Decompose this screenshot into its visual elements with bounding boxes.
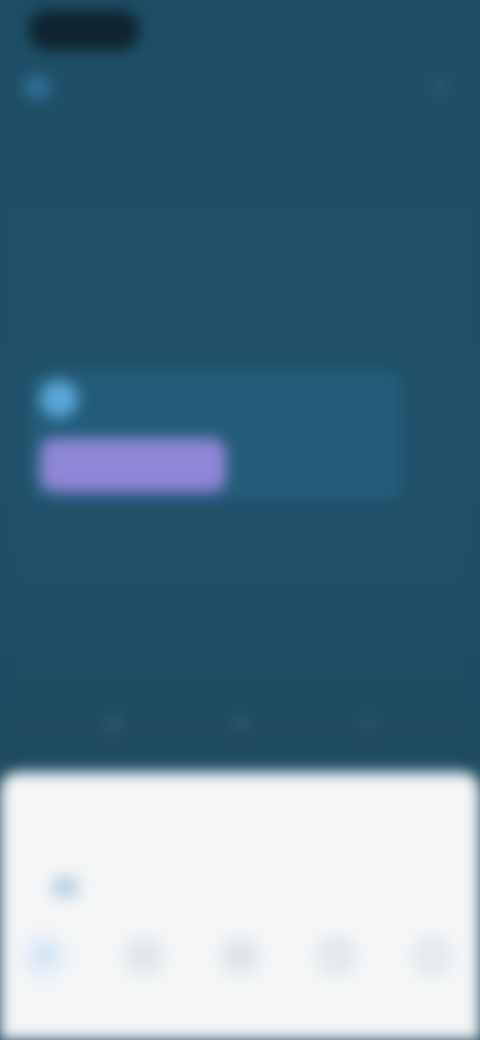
share-target-2[interactable]: ✉ (106, 934, 182, 1014)
share-target-3[interactable]: @ (202, 934, 278, 1014)
status-bar (0, 0, 480, 64)
link-icon (52, 876, 78, 898)
share-target-4[interactable]: ❐ (298, 934, 374, 1014)
status-time-pill (28, 10, 140, 50)
avatar (40, 380, 78, 418)
card-action-button[interactable] (40, 438, 226, 492)
share-target-1[interactable]: ↗ (6, 934, 82, 1014)
share-sheet: ↗ ✉ @ ❐ ⋯ (0, 772, 480, 1040)
content-card[interactable] (30, 372, 402, 500)
app-header: ⋮ (0, 64, 480, 112)
more-icon[interactable]: ⋮ (426, 72, 454, 100)
search-icon[interactable]: ○ (220, 702, 260, 742)
app-bottom-nav: ⌂ ○ ◌ (0, 690, 480, 750)
status-icons (360, 20, 452, 40)
share-target-5[interactable]: ⋯ (394, 934, 470, 1014)
app-logo (24, 76, 50, 98)
message-icon: ✉ (122, 934, 166, 978)
home-icon[interactable]: ⌂ (94, 702, 134, 742)
more-icon: ⋯ (410, 934, 454, 978)
tab-bar (0, 130, 480, 170)
mail-icon: @ (218, 934, 262, 978)
share-icon: ↗ (22, 934, 66, 978)
profile-icon[interactable]: ◌ (348, 702, 388, 742)
share-targets: ↗ ✉ @ ❐ ⋯ (0, 934, 480, 1014)
copy-icon: ❐ (314, 934, 358, 978)
app-background: ⋮ ⌂ ○ ◌ (0, 0, 480, 780)
